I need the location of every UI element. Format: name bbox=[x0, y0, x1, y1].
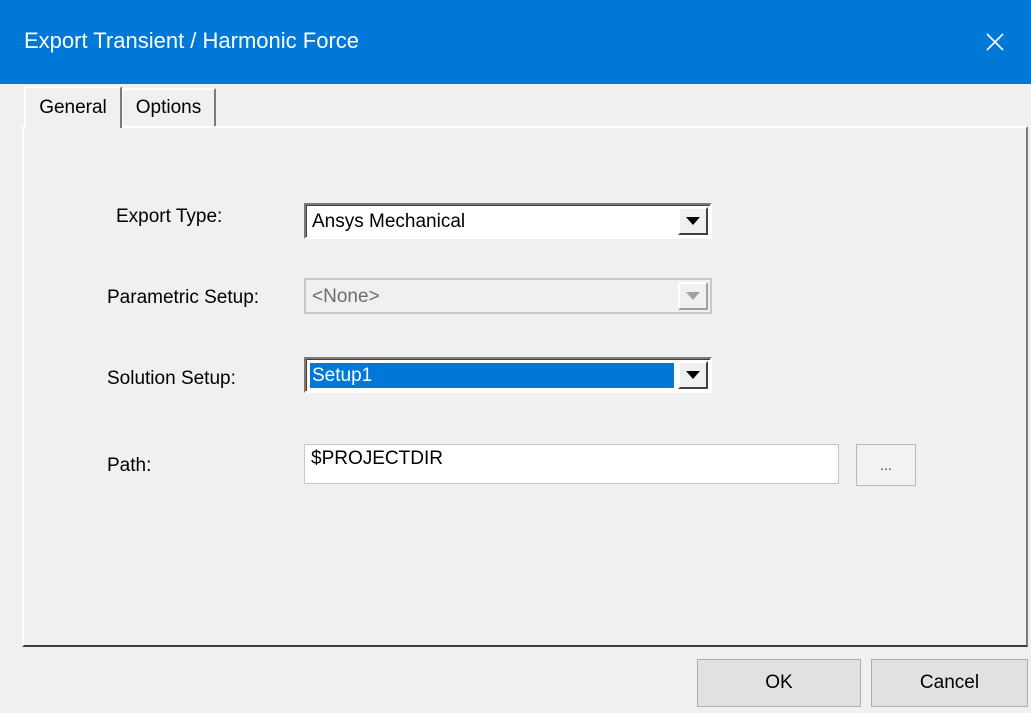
cancel-button-label: Cancel bbox=[919, 672, 980, 693]
path-label: Path: bbox=[107, 455, 152, 476]
tab-general-label: General bbox=[39, 97, 107, 118]
close-icon bbox=[986, 33, 1004, 51]
parametric-setup-dropdown-button[interactable] bbox=[678, 282, 708, 310]
export-type-dropdown-button[interactable] bbox=[678, 207, 708, 235]
solution-setup-dropdown-button[interactable] bbox=[678, 361, 708, 389]
title-bar[interactable]: Export Transient / Harmonic Force bbox=[0, 0, 1031, 84]
tab-options[interactable]: Options bbox=[122, 88, 216, 126]
cancel-button[interactable]: Cancel bbox=[871, 659, 1028, 707]
dialog-title: Export Transient / Harmonic Force bbox=[24, 28, 360, 53]
parametric-setup-label: Parametric Setup: bbox=[107, 287, 260, 308]
ok-button[interactable]: OK bbox=[697, 659, 861, 707]
parametric-setup-value: <None> bbox=[312, 286, 380, 307]
export-type-value: Ansys Mechanical bbox=[312, 211, 466, 232]
parametric-setup-select[interactable]: <None> bbox=[304, 278, 712, 314]
export-dialog: Export Transient / Harmonic Force Genera… bbox=[0, 0, 1031, 713]
chevron-down-icon bbox=[686, 291, 700, 300]
solution-setup-select[interactable]: Setup1 bbox=[304, 357, 712, 393]
tab-options-label: Options bbox=[135, 97, 202, 118]
tab-general[interactable]: General bbox=[24, 86, 122, 128]
solution-setup-value: Setup1 bbox=[310, 363, 674, 388]
export-type-label: Export Type: bbox=[116, 206, 223, 227]
chevron-down-icon bbox=[686, 216, 700, 225]
close-button[interactable] bbox=[959, 0, 1031, 84]
browse-button[interactable]: ... bbox=[856, 444, 916, 486]
chevron-down-icon bbox=[686, 370, 700, 379]
export-type-select[interactable]: Ansys Mechanical bbox=[304, 203, 712, 239]
path-input[interactable]: $PROJECTDIR bbox=[304, 444, 839, 484]
solution-setup-label: Solution Setup: bbox=[107, 368, 236, 389]
ok-button-label: OK bbox=[765, 672, 793, 693]
